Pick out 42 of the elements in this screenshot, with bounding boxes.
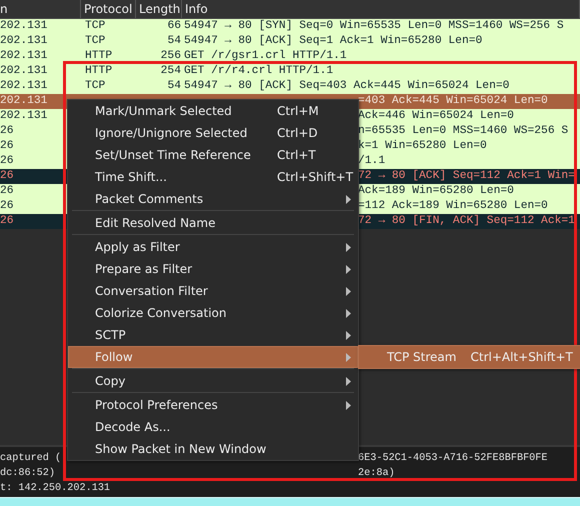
table-cell-text: 202.131 (0, 49, 48, 64)
table-cell-text: 202.131 (0, 109, 48, 124)
detail-text: captured ( (0, 452, 62, 466)
detail-text: 2e:8a) (358, 466, 396, 481)
table-cell-text: 26 (0, 139, 15, 154)
detail-text: dc:86:52) (0, 466, 56, 481)
table-cell-text: 72 → 80 [ACK] Seq=112 Ack=1 Win= (358, 169, 576, 184)
table-cell-text: 26 (0, 214, 15, 229)
table-cell-text: 54947 → 80 [SYN] Seq=0 Win=65535 Len=0 MSS=1460 WS=256 S (183, 19, 565, 34)
table-cell-text: 54 (166, 34, 181, 49)
table-cell-text: 202.131 (0, 64, 48, 79)
table-cell-text: 254 (160, 64, 181, 79)
table-cell-text: k=1 Win=65280 Len=0 (358, 139, 488, 154)
table-cell-text: /1.1 (358, 154, 386, 169)
table-cell-text: =112 Ack=189 Win=65280 Len=0 (358, 199, 549, 214)
table-cell-text: 202.131 (0, 79, 48, 94)
table-cell-text: 202.131 (0, 34, 48, 49)
detail-text: t: 142.250.202.131 (0, 482, 110, 496)
table-cell-text: GET /r/r4.crl HTTP/1.1 (183, 64, 334, 79)
table-cell-text: 202.131 (0, 19, 48, 34)
table-cell-text: HTTP (85, 49, 114, 64)
table-cell-text: 54947 → 80 [ACK] Seq=403 Ack=445 Win=65024 Len=0 (183, 79, 510, 94)
table-cell-text: 26 (0, 154, 15, 169)
table-cell-text: TCP (85, 79, 106, 94)
table-cell-text: Ack=189 Win=65280 Len=0 (358, 184, 515, 199)
table-cell-text: 26 (0, 169, 15, 184)
table-cell-text: 202.131 (0, 94, 48, 109)
table-cell-text: 54947 → 80 [ACK] Seq=1 Ack=1 Win=65280 Len=0 (183, 34, 484, 49)
table-cell-text: Ack=446 Win=65024 Len=0 (358, 109, 515, 124)
detail-text: 6E3-52C1-4053-A716-52FE8BFBF0FE (358, 452, 549, 466)
table-cell-text: GET /r/gsr1.crl HTTP/1.1 (183, 49, 348, 64)
table-cell-text: 26 (0, 124, 15, 139)
table-cell-text: TCP (85, 34, 106, 49)
table-cell-text: 26 (0, 199, 15, 214)
table-cell-text: TCP (85, 19, 106, 34)
table-cell-text: 26 (0, 184, 15, 199)
table-cell-text: 54 (166, 79, 181, 94)
table-cell-text: HTTP (85, 64, 114, 79)
table-cell-text: 256 (160, 49, 181, 64)
table-cell-text: 66 (166, 19, 181, 34)
table-cell-text: 72 → 80 [FIN, ACK] Seq=112 Ack=1 (358, 214, 576, 229)
table-cell-text: n=65535 Len=0 MSS=1460 WS=256 S (358, 124, 570, 139)
